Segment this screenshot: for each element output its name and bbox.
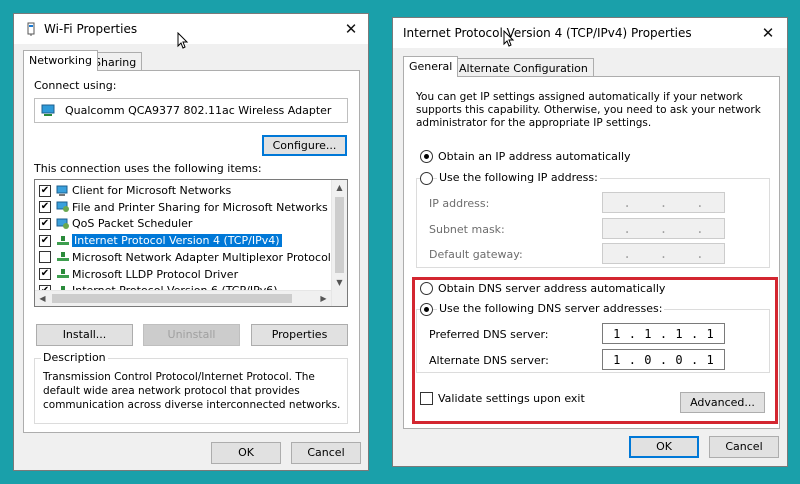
- ipv4-ok-button[interactable]: OK: [629, 436, 699, 458]
- wifi-window-icon: [27, 22, 35, 36]
- use-following-dns-label[interactable]: Use the following DNS server addresses:: [437, 302, 665, 315]
- ipv4-titlebar[interactable]: Internet Protocol Version 4 (TCP/IPv4) P…: [393, 18, 787, 48]
- subnet-mask-field[interactable]: ...: [602, 218, 725, 239]
- subnet-mask-label: Subnet mask:: [429, 223, 505, 236]
- description-text: Transmission Control Protocol/Internet P…: [43, 371, 341, 411]
- scroll-down-icon[interactable]: ▼: [332, 275, 347, 290]
- alternate-dns-label: Alternate DNS server:: [429, 354, 549, 367]
- obtain-dns-auto-radio[interactable]: [420, 282, 433, 295]
- connect-using-label: Connect using:: [34, 79, 117, 92]
- wifi-ok-button[interactable]: OK: [211, 442, 281, 464]
- tab-networking[interactable]: Networking: [23, 50, 98, 71]
- item-checkbox[interactable]: [39, 251, 51, 264]
- wifi-window-title: Wi-Fi Properties: [44, 22, 138, 36]
- preferred-dns-label: Preferred DNS server:: [429, 328, 549, 341]
- default-gateway-field[interactable]: ...: [602, 243, 725, 264]
- mouse-cursor-icon: [503, 30, 515, 47]
- tab-general[interactable]: General: [403, 56, 459, 77]
- list-item[interactable]: ✔ Client for Microsoft Networks: [39, 182, 231, 199]
- ipv4-close-button[interactable]: ✕: [757, 22, 779, 44]
- ip-address-field[interactable]: ...: [602, 192, 725, 213]
- wifi-titlebar[interactable]: Wi-Fi Properties ✕: [14, 14, 368, 44]
- network-protocol-icon: [56, 235, 72, 247]
- ip-address-label: IP address:: [429, 197, 490, 210]
- network-service-icon: [56, 201, 72, 213]
- uninstall-button[interactable]: Uninstall: [143, 324, 240, 346]
- item-label: Internet Protocol Version 4 (TCP/IPv4): [71, 233, 283, 249]
- items-scrollbar[interactable]: ▲ ▼: [331, 180, 347, 306]
- intro-text: You can get IP settings assigned automat…: [416, 91, 761, 129]
- item-checkbox[interactable]: ✔: [39, 184, 51, 197]
- alternate-dns-field[interactable]: 1. 0. 0. 1: [602, 349, 725, 370]
- item-label: QoS Packet Scheduler: [72, 217, 193, 231]
- item-label: Client for Microsoft Networks: [72, 184, 232, 197]
- list-item[interactable]: ✔ Microsoft LLDP Protocol Driver: [39, 266, 238, 283]
- preferred-dns-octet: 1: [675, 326, 683, 341]
- advanced-button[interactable]: Advanced...: [680, 392, 765, 413]
- properties-button[interactable]: Properties: [251, 324, 348, 346]
- list-item[interactable]: ✔ File and Printer Sharing for Microsoft …: [39, 199, 328, 216]
- scroll-up-icon[interactable]: ▲: [332, 180, 347, 195]
- ip-address-group: Use the following IP address: IP address…: [416, 171, 770, 268]
- preferred-dns-octet: 1: [706, 326, 714, 341]
- obtain-ip-auto-radio[interactable]: [420, 150, 433, 163]
- ipv4-properties-window: Internet Protocol Version 4 (TCP/IPv4) P…: [392, 17, 788, 467]
- install-button[interactable]: Install...: [36, 324, 133, 346]
- item-label: Microsoft Network Adapter Multiplexor Pr…: [72, 250, 331, 264]
- alternate-dns-octet: 0: [675, 352, 683, 367]
- item-label: Microsoft LLDP Protocol Driver: [72, 267, 239, 281]
- wifi-close-button[interactable]: ✕: [340, 18, 362, 40]
- list-item[interactable]: Microsoft Network Adapter Multiplexor Pr…: [39, 249, 331, 266]
- ipv4-window-title: Internet Protocol Version 4 (TCP/IPv4) P…: [403, 26, 692, 40]
- items-list[interactable]: ✔ Client for Microsoft Networks ✔ File and …: [34, 179, 348, 307]
- network-protocol-icon: [56, 268, 72, 280]
- item-checkbox[interactable]: ✔: [39, 217, 51, 230]
- items-hscrollbar[interactable]: ◀ ▶: [35, 290, 331, 306]
- wifi-properties-window: Wi-Fi Properties ✕ Networking Sharing Co…: [13, 13, 369, 471]
- item-checkbox[interactable]: ✔: [39, 268, 51, 280]
- item-label: File and Printer Sharing for Microsoft N…: [72, 200, 328, 214]
- network-service-icon: [56, 218, 72, 230]
- alternate-dns-octet: 1: [613, 352, 621, 367]
- validate-label[interactable]: Validate settings upon exit: [438, 392, 585, 405]
- preferred-dns-octet: 1: [644, 326, 652, 341]
- item-checkbox[interactable]: ✔: [39, 234, 51, 247]
- network-protocol-icon: [56, 251, 72, 263]
- hscroll-thumb[interactable]: [52, 294, 292, 303]
- validate-checkbox[interactable]: [420, 392, 433, 405]
- general-panel: You can get IP settings assigned automat…: [403, 76, 780, 429]
- list-item[interactable]: ✔ Internet Protocol Version 4 (TCP/IPv4): [39, 232, 283, 249]
- description-group: Description Transmission Control Protoco…: [34, 351, 348, 424]
- preferred-dns-field[interactable]: 1. 1. 1. 1: [602, 323, 725, 344]
- alternate-dns-octet: 1: [706, 352, 714, 367]
- ipv4-cancel-button[interactable]: Cancel: [709, 436, 779, 458]
- list-item[interactable]: ✔ QoS Packet Scheduler: [39, 215, 192, 232]
- use-following-ip-radio[interactable]: [420, 172, 433, 185]
- network-client-icon: [56, 185, 72, 197]
- scroll-right-icon[interactable]: ▶: [316, 291, 331, 306]
- obtain-ip-auto-label[interactable]: Obtain an IP address automatically: [438, 150, 631, 163]
- description-title: Description: [41, 351, 108, 364]
- network-adapter-icon: [41, 104, 55, 116]
- items-label: This connection uses the following items…: [34, 162, 262, 175]
- adapter-box: Qualcomm QCA9377 802.11ac Wireless Adapt…: [34, 98, 348, 123]
- dns-group: Use the following DNS server addresses: …: [416, 302, 770, 373]
- configure-button[interactable]: Configure...: [262, 135, 347, 156]
- use-following-dns-radio[interactable]: [420, 303, 433, 316]
- tab-alternate-configuration[interactable]: Alternate Configuration: [453, 58, 594, 77]
- networking-panel: Connect using: Qualcomm QCA9377 802.11ac…: [23, 70, 360, 433]
- obtain-dns-auto-label[interactable]: Obtain DNS server address automatically: [438, 282, 665, 295]
- use-following-ip-label[interactable]: Use the following IP address:: [437, 171, 600, 184]
- adapter-name: Qualcomm QCA9377 802.11ac Wireless Adapt…: [65, 104, 332, 117]
- default-gateway-label: Default gateway:: [429, 248, 523, 261]
- alternate-dns-octet: 0: [644, 352, 652, 367]
- preferred-dns-octet: 1: [613, 326, 621, 341]
- item-checkbox[interactable]: ✔: [39, 201, 51, 214]
- wifi-cancel-button[interactable]: Cancel: [291, 442, 361, 464]
- scroll-left-icon[interactable]: ◀: [35, 291, 50, 306]
- scroll-thumb[interactable]: [335, 197, 344, 273]
- mouse-cursor-icon: [177, 32, 189, 49]
